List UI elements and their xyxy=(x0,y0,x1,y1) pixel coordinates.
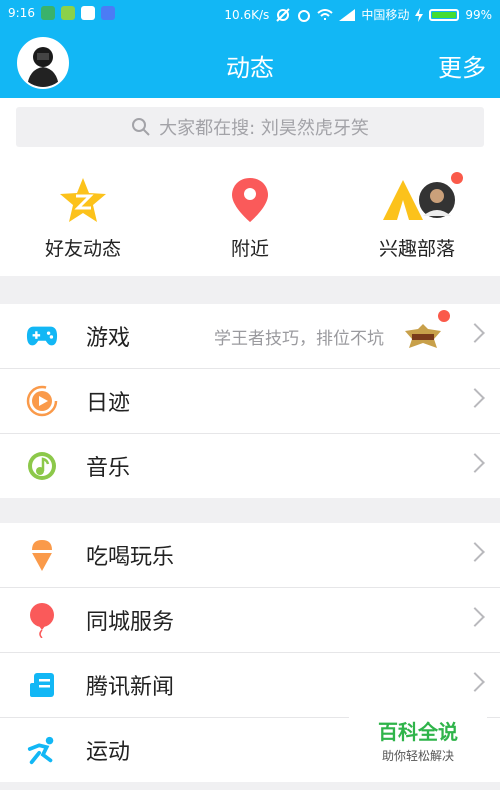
menu-label: 同城服务 xyxy=(86,610,175,635)
carrier-text: 中国移动 xyxy=(361,8,410,22)
list-item-music[interactable]: 音乐 xyxy=(0,434,500,498)
time-text: 9:16 xyxy=(8,6,35,20)
run-icon xyxy=(27,736,54,765)
search-icon xyxy=(132,118,150,136)
search-input[interactable]: 大家都在搜: 刘昊然虎牙笑 xyxy=(16,107,484,147)
chevron-right-icon xyxy=(465,672,485,692)
search-area: 大家都在搜: 刘昊然虎牙笑 xyxy=(0,98,500,154)
location-pin-icon xyxy=(232,178,268,222)
icecream-icon xyxy=(31,540,53,571)
watermark: 百科全说 助你轻松解决 xyxy=(349,712,487,768)
search-placeholder: 大家都在搜: 刘昊然虎牙笑 xyxy=(159,118,369,139)
list-item-game[interactable]: 游戏 学王者技巧，排位不坑 xyxy=(0,304,500,369)
battery-text: 99% xyxy=(465,7,492,22)
wifi-icon xyxy=(317,8,333,20)
page-title: 动态 xyxy=(226,54,274,82)
balloon-icon xyxy=(30,603,54,638)
list-item-food[interactable]: 吃喝玩乐 xyxy=(0,523,500,588)
menu-section-1: 游戏 学王者技巧，排位不坑 日迹 音乐 xyxy=(0,304,500,498)
list-item-daily[interactable]: 日迹 xyxy=(0,369,500,434)
shield-icon xyxy=(40,6,55,20)
status-bar: 9:16 10.6K/s 中国移动 99% xyxy=(0,0,500,28)
quick-label: 好友动态 xyxy=(44,238,121,260)
app-icon xyxy=(80,6,95,20)
cloud-icon xyxy=(100,6,115,20)
battery-icon xyxy=(429,8,460,21)
clipboard-icon xyxy=(60,6,75,20)
notification-dot xyxy=(438,310,450,322)
watermark-subtitle: 助你轻松解决 xyxy=(381,749,454,763)
quick-item-friends[interactable]: 好友动态 xyxy=(13,172,153,261)
quick-item-nearby[interactable]: 附近 xyxy=(180,172,320,261)
top-bar: 9:16 10.6K/s 中国移动 99% 动态 更多 xyxy=(0,0,500,98)
daily-track-icon xyxy=(26,385,58,417)
chevron-right-icon xyxy=(465,323,485,343)
quick-links: 好友动态 附近 兴趣部落 xyxy=(0,154,500,276)
tribe-icon xyxy=(383,172,463,220)
quick-item-tribe[interactable]: 兴趣部落 xyxy=(347,172,487,261)
menu-label: 日迹 xyxy=(86,391,131,416)
game-subtitle: 学王者技巧，排位不坑 xyxy=(214,328,384,349)
menu-label: 游戏 xyxy=(86,326,131,351)
chevron-right-icon xyxy=(465,607,485,627)
watermark-title: 百科全说 xyxy=(378,720,458,744)
menu-label: 腾讯新闻 xyxy=(86,675,175,700)
gamepad-icon xyxy=(26,326,58,346)
chevron-right-icon xyxy=(465,542,485,562)
menu-label: 音乐 xyxy=(86,456,131,481)
game-logo-icon xyxy=(405,324,441,348)
signal-icon xyxy=(339,8,356,21)
list-item-city-service[interactable]: 同城服务 xyxy=(0,588,500,653)
music-icon xyxy=(28,452,56,480)
menu-label: 吃喝玩乐 xyxy=(86,545,175,570)
chevron-right-icon xyxy=(465,453,485,473)
more-button[interactable]: 更多 xyxy=(438,48,486,83)
qzone-star-icon xyxy=(60,178,106,222)
chevron-right-icon xyxy=(465,388,485,408)
alarm-icon xyxy=(298,9,311,22)
charging-icon xyxy=(415,7,424,22)
menu-label: 运动 xyxy=(86,740,131,765)
quick-label: 附近 xyxy=(230,238,269,260)
quick-label: 兴趣部落 xyxy=(378,238,455,260)
news-icon xyxy=(30,673,54,697)
list-item-news[interactable]: 腾讯新闻 xyxy=(0,653,500,718)
network-speed: 10.6K/s xyxy=(224,7,270,22)
sync-off-icon xyxy=(276,7,291,22)
